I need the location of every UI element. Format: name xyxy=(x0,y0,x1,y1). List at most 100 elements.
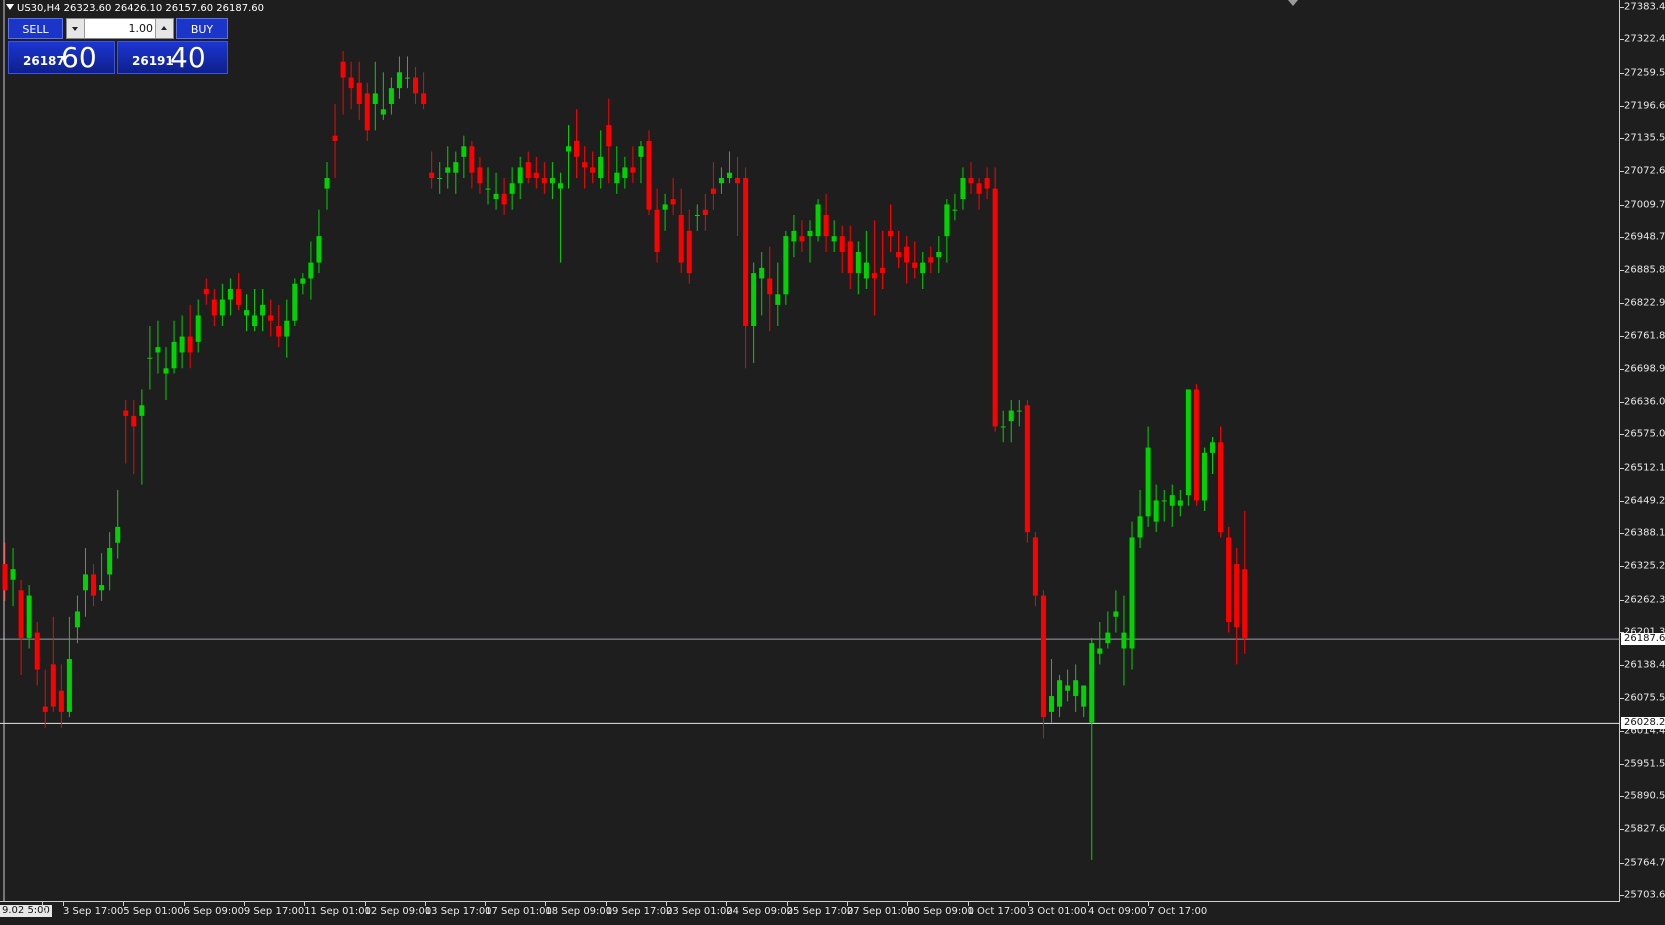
bull-candle-body xyxy=(485,188,491,190)
candle xyxy=(91,563,97,607)
candle xyxy=(211,289,217,327)
candle xyxy=(493,172,499,210)
candle xyxy=(871,220,877,316)
candle xyxy=(42,669,48,728)
bear-candle-body xyxy=(928,257,934,263)
candle xyxy=(179,315,185,369)
candle xyxy=(324,162,330,210)
candle xyxy=(405,56,410,89)
bull-candle-body xyxy=(1105,632,1111,644)
bull-candle-body xyxy=(396,72,402,89)
bear-candle-body xyxy=(912,262,918,268)
chart-area[interactable]: US30,H4 26323.60 26426.10 26157.60 26187… xyxy=(0,0,1620,902)
candle xyxy=(429,151,435,189)
time-axis-label: 24 Sep 09:00 xyxy=(726,906,794,917)
candle xyxy=(10,548,16,607)
bull-candle-body xyxy=(1073,680,1079,697)
symbol-info: US30,H4 26323.60 26426.10 26157.60 26187… xyxy=(6,3,264,14)
time-axis-label: 3 Sep 17:00 xyxy=(63,906,124,917)
candle xyxy=(18,579,24,675)
bear-candle-body xyxy=(1040,595,1046,718)
candle xyxy=(155,320,161,374)
candle xyxy=(533,156,539,189)
candle xyxy=(574,109,580,178)
candle xyxy=(1113,590,1119,633)
price-axis-label: 25764.70 xyxy=(1624,857,1665,869)
price-axis-label: 27322.40 xyxy=(1624,33,1665,45)
candle xyxy=(863,230,869,289)
candle xyxy=(501,177,507,215)
lot-decrease-icon[interactable] xyxy=(67,19,85,38)
bull-candle-body xyxy=(115,526,121,543)
candle xyxy=(815,199,821,242)
time-axis-label: 25 Sep 17:00 xyxy=(786,906,854,917)
candle xyxy=(1032,532,1038,607)
buy-price-button[interactable]: 26191 40 xyxy=(117,41,228,74)
candle xyxy=(582,146,588,189)
bear-candle-body xyxy=(42,706,48,712)
bull-candle-body xyxy=(694,214,700,216)
bull-candle-body xyxy=(155,347,161,353)
candle xyxy=(332,103,338,178)
candle xyxy=(1089,637,1095,860)
candle xyxy=(284,299,290,358)
chart-shift-marker-icon[interactable] xyxy=(1288,0,1298,6)
sell-price-button[interactable]: 26187 60 xyxy=(8,41,115,74)
price-axis-label: 26075.50 xyxy=(1624,692,1665,704)
candle xyxy=(718,167,724,194)
bull-candle-body xyxy=(227,289,233,300)
candle xyxy=(235,273,241,311)
bull-candle-body xyxy=(1129,537,1135,649)
bull-candle-body xyxy=(952,209,958,211)
candle xyxy=(839,225,845,274)
buy-button[interactable]: BUY xyxy=(176,18,228,39)
price-axis-label: 27196.60 xyxy=(1624,100,1665,112)
bear-candle-body xyxy=(879,267,885,274)
candle xyxy=(775,262,781,327)
candle xyxy=(1242,511,1248,654)
bull-candle-body xyxy=(179,336,185,353)
bull-candle-body xyxy=(74,611,80,628)
symbol-info-text: US30,H4 26323.60 26426.10 26157.60 26187… xyxy=(17,3,265,14)
time-axis-label: 12 Sep 09:00 xyxy=(364,906,432,917)
lot-increase-icon[interactable] xyxy=(155,19,173,38)
lot-size-input[interactable] xyxy=(85,19,155,38)
candle xyxy=(670,177,676,215)
candle xyxy=(799,220,805,252)
bear-candle-body xyxy=(18,590,24,638)
bull-candle-body xyxy=(107,548,113,575)
candle xyxy=(477,156,483,194)
candle xyxy=(58,664,64,728)
candle xyxy=(461,135,467,178)
sell-button[interactable]: SELL xyxy=(8,18,63,39)
candle xyxy=(549,162,555,200)
candle xyxy=(107,532,113,591)
candle xyxy=(1073,664,1079,712)
candle xyxy=(759,251,765,316)
candle xyxy=(163,347,169,401)
bull-candle-body xyxy=(99,585,105,591)
bear-candle-body xyxy=(686,230,692,274)
candle xyxy=(936,236,942,274)
time-axis-label: 30 Sep 09:00 xyxy=(907,906,974,917)
bull-candle-body xyxy=(557,183,563,189)
price-axis[interactable]: 27383.45 27322.40 27259.50 27196.60 27135.55… xyxy=(1620,0,1665,925)
bull-candle-body xyxy=(1057,680,1063,707)
bull-candle-body xyxy=(445,167,451,173)
candle xyxy=(1057,674,1063,718)
price-axis-label: 26822.90 xyxy=(1624,297,1665,309)
bull-candle-body xyxy=(147,357,153,359)
bear-candle-body xyxy=(356,82,362,104)
candle xyxy=(678,188,684,274)
candle xyxy=(308,241,314,300)
candle xyxy=(751,262,757,364)
bear-candle-body xyxy=(847,241,853,274)
bull-candle-body xyxy=(260,304,266,316)
price-axis-label: 26761.85 xyxy=(1624,330,1665,342)
candle xyxy=(566,125,571,189)
bull-candle-body xyxy=(292,283,298,321)
bull-candle-body xyxy=(163,368,169,374)
price-axis-label: 26388.15 xyxy=(1624,527,1665,539)
bear-candle-body xyxy=(268,315,274,321)
time-axis[interactable]: 9.02 5:00 93 Sep 17:00 5 Sep 01:00 6 Sep 0… xyxy=(0,902,1620,925)
